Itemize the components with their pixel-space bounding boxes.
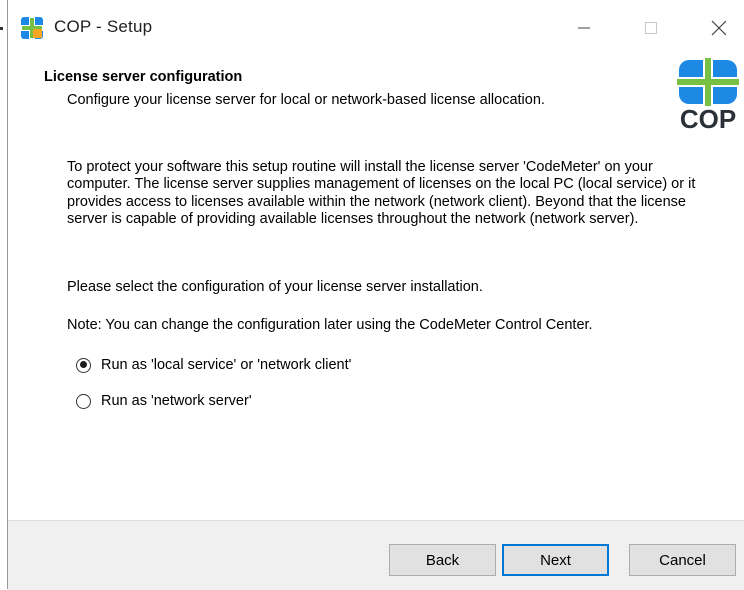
window-title: COP - Setup (54, 17, 153, 36)
next-button[interactable]: Next (502, 544, 609, 576)
setup-window: COP - Setup License server configuration… (7, 0, 744, 590)
option-label: Run as 'local service' or 'network clien… (101, 357, 352, 373)
cancel-button[interactable]: Cancel (629, 544, 736, 576)
config-note: Note: You can change the configuration l… (67, 317, 593, 333)
radio-local-service[interactable] (76, 357, 91, 373)
minimize-button[interactable] (561, 10, 607, 46)
maximize-button[interactable] (628, 10, 674, 46)
selection-prompt: Please select the configuration of your … (67, 279, 483, 295)
maximize-icon (645, 22, 657, 34)
close-button[interactable] (696, 10, 742, 46)
option-network-server[interactable]: Run as 'network server' (76, 393, 252, 409)
close-icon (711, 20, 727, 36)
page-title: License server configuration (44, 69, 243, 85)
title-bar[interactable]: COP - Setup (8, 0, 744, 56)
minimize-icon (578, 27, 590, 29)
radio-network-server[interactable] (76, 393, 91, 409)
page-header: License server configuration Configure y… (8, 56, 744, 138)
option-label: Run as 'network server' (101, 393, 252, 409)
page-subtitle: Configure your license server for local … (67, 92, 545, 108)
cop-logo: COP (675, 56, 741, 134)
app-icon (21, 17, 43, 39)
option-local-service[interactable]: Run as 'local service' or 'network clien… (76, 357, 351, 373)
description-paragraph: To protect your software this setup rout… (67, 159, 696, 228)
back-button[interactable]: Back (389, 544, 496, 576)
button-bar: Back Next Cancel (8, 520, 744, 590)
window-edge-mark (0, 27, 3, 30)
svg-text:COP: COP (680, 104, 736, 134)
